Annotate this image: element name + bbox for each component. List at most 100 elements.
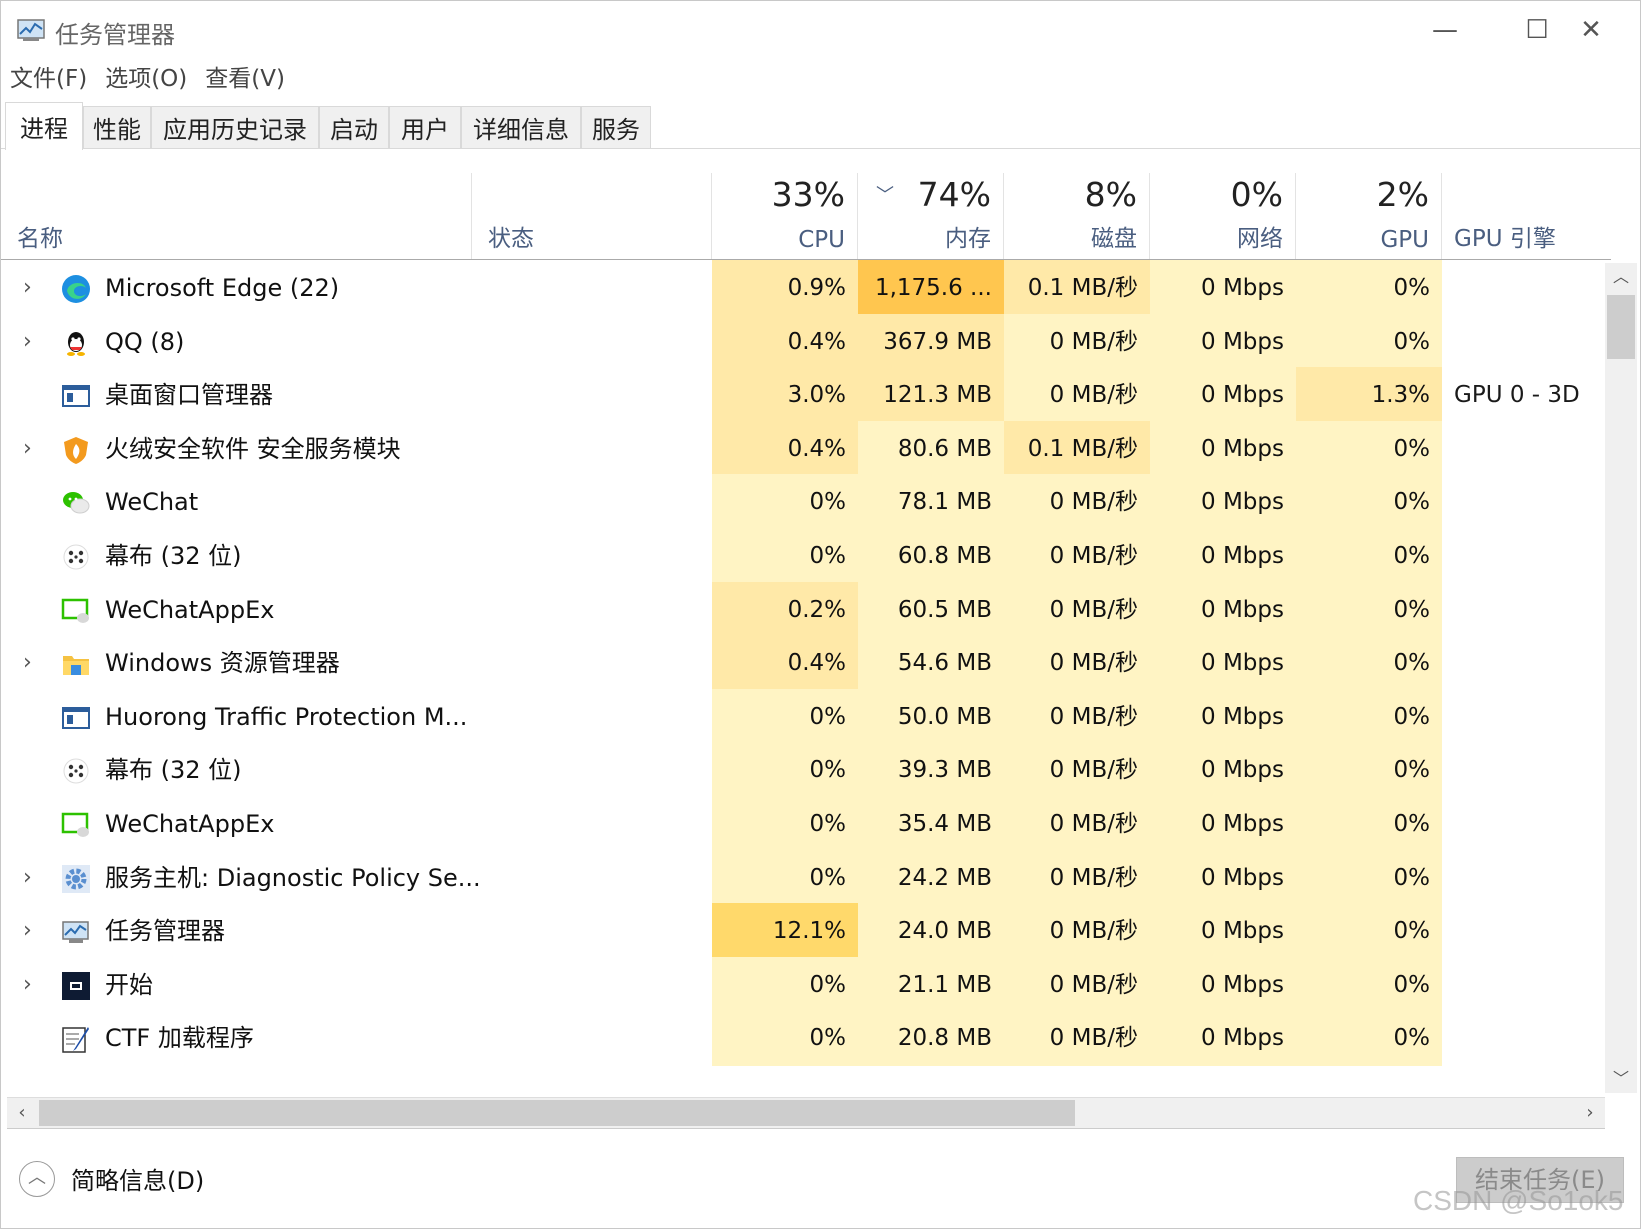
expand-chevron-icon[interactable]: ›: [23, 957, 32, 1013]
col-net-header[interactable]: 0% 网络: [1150, 173, 1296, 259]
net-total-pct: 0%: [1230, 175, 1283, 214]
tab-processes[interactable]: 进程: [5, 102, 83, 150]
cell-disk: 0 MB/秒: [1004, 581, 1150, 638]
cell-cpu: 0%: [712, 1010, 858, 1067]
cell-mem: 21.1 MB: [858, 956, 1004, 1013]
cell-cpu: 0%: [712, 849, 858, 906]
col-status-header[interactable]: 状态: [472, 173, 712, 259]
process-row[interactable]: › 开始 0% 21.1 MB 0 MB/秒 0 Mbps 0%: [1, 956, 1601, 1013]
col-disk-label: 磁盘: [1091, 226, 1137, 252]
process-row[interactable]: › 任务管理器 12.1% 24.0 MB 0 MB/秒 0 Mbps 0%: [1, 903, 1601, 960]
minimize-button[interactable]: —: [1399, 1, 1491, 59]
collapse-chevron-up-icon[interactable]: ︿: [19, 1161, 55, 1197]
process-row[interactable]: CTF 加载程序 0% 20.8 MB 0 MB/秒 0 Mbps 0%: [1, 1010, 1601, 1067]
process-row[interactable]: 幕布 (32 位) 0% 39.3 MB 0 MB/秒 0 Mbps 0%: [1, 742, 1601, 799]
cell-gpu: 0%: [1296, 956, 1442, 1013]
cell-gpu: 0%: [1296, 313, 1442, 370]
vertical-scrollbar[interactable]: ︿ ﹀: [1605, 263, 1637, 1093]
menu-bar: 文件(F) 选项(O) 查看(V): [1, 61, 294, 97]
process-row[interactable]: 幕布 (32 位) 0% 60.8 MB 0 MB/秒 0 Mbps 0%: [1, 528, 1601, 584]
cell-gpu: 0%: [1296, 903, 1442, 960]
scroll-down-icon[interactable]: ﹀: [1605, 1065, 1637, 1093]
expand-chevron-icon[interactable]: ›: [23, 421, 32, 477]
taskmgr-icon: [61, 917, 91, 947]
cell-net: 0 Mbps: [1150, 420, 1296, 477]
col-name-header[interactable]: 名称: [1, 173, 472, 259]
horizontal-scrollbar[interactable]: ‹ ›: [7, 1097, 1605, 1129]
cpu-total-pct: 33%: [771, 175, 845, 214]
process-row[interactable]: › 服务主机: Diagnostic Policy Se... 0% 24.2 MB 0…: [1, 849, 1601, 906]
cell-disk: 0 MB/秒: [1004, 635, 1150, 692]
cell-mem: 39.3 MB: [858, 742, 1004, 799]
title-bar: 任务管理器 — ☐ ✕: [1, 1, 1640, 63]
cell-gpu-engine: [1442, 957, 1601, 1013]
horizontal-scroll-thumb[interactable]: [39, 1100, 1075, 1126]
cell-mem: 54.6 MB: [858, 635, 1004, 692]
process-row[interactable]: WeChatAppEx 0% 35.4 MB 0 MB/秒 0 Mbps 0%: [1, 796, 1601, 852]
expand-chevron-icon[interactable]: ›: [23, 314, 32, 370]
process-name: Huorong Traffic Protection M...: [105, 702, 468, 731]
fewer-details-link[interactable]: 简略信息(D): [71, 1161, 204, 1196]
process-name: CTF 加载程序: [105, 1024, 254, 1053]
tab-app-history[interactable]: 应用历史记录: [151, 106, 319, 148]
process-row[interactable]: › QQ (8) 0.4% 367.9 MB 0 MB/秒 0 Mbps 0%: [1, 313, 1601, 370]
process-name: 桌面窗口管理器: [105, 381, 273, 410]
process-row[interactable]: Huorong Traffic Protection M... 0% 50.0 MB…: [1, 688, 1601, 745]
scroll-up-icon[interactable]: ︿: [1605, 263, 1637, 291]
col-disk-header[interactable]: 8% 磁盘: [1004, 173, 1150, 259]
menu-file[interactable]: 文件(F): [1, 61, 96, 97]
scroll-right-icon[interactable]: ›: [1575, 1098, 1605, 1128]
cell-gpu: 0%: [1296, 581, 1442, 638]
cell-disk: 0.1 MB/秒: [1004, 260, 1150, 316]
tab-details[interactable]: 详细信息: [461, 106, 581, 148]
col-gpu-engine-header[interactable]: GPU 引擎: [1442, 173, 1611, 259]
cell-mem: 24.2 MB: [858, 849, 1004, 906]
process-row[interactable]: WeChatAppEx 0.2% 60.5 MB 0 MB/秒 0 Mbps 0%: [1, 581, 1601, 638]
cell-cpu: 3.0%: [712, 367, 858, 424]
cell-mem: 60.8 MB: [858, 528, 1004, 584]
window-icon: [61, 381, 91, 411]
tab-services[interactable]: 服务: [581, 106, 651, 148]
tab-bar: 进程 性能 应用历史记录 启动 用户 详细信息 服务: [1, 102, 1640, 150]
mubu-icon: [61, 542, 91, 572]
process-row[interactable]: › Windows 资源管理器 0.4% 54.6 MB 0 MB/秒 0 Mbps 0%: [1, 635, 1601, 692]
tab-performance[interactable]: 性能: [83, 106, 151, 148]
cell-net: 0 Mbps: [1150, 313, 1296, 370]
cell-cpu: 0.2%: [712, 581, 858, 638]
process-row[interactable]: WeChat 0% 78.1 MB 0 MB/秒 0 Mbps 0%: [1, 474, 1601, 531]
cell-gpu: 0%: [1296, 796, 1442, 852]
scroll-left-icon[interactable]: ‹: [7, 1098, 37, 1128]
close-button[interactable]: ✕: [1545, 1, 1637, 59]
cell-gpu-engine: [1442, 1010, 1601, 1066]
disk-total-pct: 8%: [1084, 175, 1137, 214]
tab-startup[interactable]: 启动: [319, 106, 389, 148]
wechatappex-icon: [61, 596, 91, 626]
cell-gpu-engine: [1442, 796, 1601, 852]
cell-cpu: 0%: [712, 474, 858, 531]
process-row[interactable]: › Microsoft Edge (22) 0.9% 1,175.6 ... 0.1 M…: [1, 260, 1601, 316]
process-row[interactable]: › 火绒安全软件 安全服务模块 0.4% 80.6 MB 0.1 MB/秒 0 Mbps 0…: [1, 420, 1601, 477]
menu-view[interactable]: 查看(V): [196, 61, 294, 97]
expand-chevron-icon[interactable]: ›: [23, 850, 32, 906]
expand-chevron-icon[interactable]: ›: [23, 635, 32, 691]
cell-net: 0 Mbps: [1150, 742, 1296, 799]
col-mem-header[interactable]: ﹀ 74% 内存: [858, 173, 1004, 259]
col-gpu-header[interactable]: 2% GPU: [1296, 173, 1442, 259]
cell-cpu: 0%: [712, 742, 858, 799]
cell-gpu: 0%: [1296, 742, 1442, 799]
process-list: › Microsoft Edge (22) 0.9% 1,175.6 ... 0.1 M…: [1, 260, 1601, 1095]
tab-users[interactable]: 用户: [389, 106, 461, 148]
cell-disk: 0 MB/秒: [1004, 688, 1150, 745]
expand-chevron-icon[interactable]: ›: [23, 260, 32, 316]
menu-options[interactable]: 选项(O): [96, 61, 196, 97]
col-cpu-header[interactable]: 33% CPU: [712, 173, 858, 259]
process-row[interactable]: 桌面窗口管理器 3.0% 121.3 MB 0 MB/秒 0 Mbps 1.3% GPU 0…: [1, 367, 1601, 424]
cell-net: 0 Mbps: [1150, 367, 1296, 424]
expand-chevron-icon[interactable]: ›: [23, 903, 32, 959]
col-gpu-engine-label: GPU 引擎: [1454, 226, 1556, 252]
cell-mem: 1,175.6 ...: [858, 260, 1004, 316]
vertical-scroll-thumb[interactable]: [1607, 295, 1635, 359]
start-icon: [61, 971, 91, 1001]
cell-cpu: 0%: [712, 688, 858, 745]
cell-gpu: 0%: [1296, 635, 1442, 692]
